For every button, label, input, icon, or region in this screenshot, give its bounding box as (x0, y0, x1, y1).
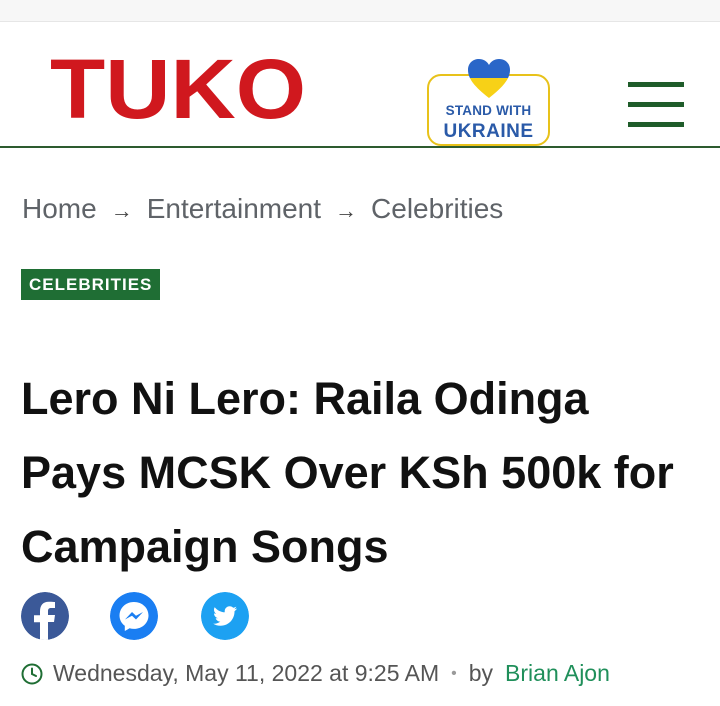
top-strip (0, 0, 720, 22)
breadcrumb-arrow-icon: → (110, 198, 133, 223)
article-meta: Wednesday, May 11, 2022 at 9:25 AM • by … (21, 660, 610, 687)
breadcrumb-celebrities[interactable]: Celebrities (371, 193, 503, 224)
clock-icon (21, 663, 43, 684)
category-tag[interactable]: CELEBRITIES (21, 269, 161, 300)
ukraine-line1: STAND WITH (445, 103, 532, 118)
facebook-icon[interactable] (21, 592, 69, 640)
author-link[interactable]: Brian Ajon (505, 660, 610, 687)
ukraine-heart-icon (468, 59, 510, 98)
logo-text: TUKO (50, 42, 306, 130)
twitter-icon[interactable] (201, 592, 249, 640)
breadcrumb-entertainment[interactable]: Entertainment (147, 193, 321, 224)
menu-bar-icon (628, 102, 684, 107)
messenger-icon[interactable] (110, 592, 158, 640)
article-title: Lero Ni Lero: Raila Odinga Pays MCSK Ove… (21, 373, 674, 572)
breadcrumb-home[interactable]: Home (22, 193, 97, 224)
publish-date: Wednesday, May 11, 2022 at 9:25 AM (53, 660, 440, 686)
by-label: by (468, 660, 494, 686)
ukraine-line2: UKRAINE (443, 121, 534, 142)
stand-with-ukraine-badge[interactable]: STAND WITH UKRAINE (427, 58, 550, 150)
menu-bar-icon (628, 122, 684, 127)
breadcrumb: Home → Entertainment → Celebrities (22, 193, 503, 225)
site-header: TUKO STAND WITH UKRAINE (0, 22, 720, 148)
meta-separator: • (451, 664, 457, 682)
menu-bar-icon (628, 82, 684, 87)
tuko-logo[interactable]: TUKO (50, 42, 308, 130)
breadcrumb-arrow-icon: → (335, 198, 358, 223)
hamburger-menu-button[interactable] (628, 82, 684, 128)
